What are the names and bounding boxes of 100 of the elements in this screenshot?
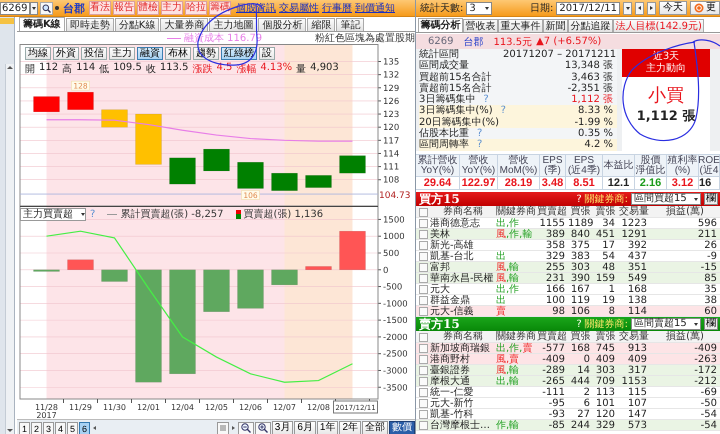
chart-tab[interactable]: 即時走勢: [66, 18, 114, 31]
table-row[interactable]: 美林 風,作,輸 389 840 451 1291 211: [416, 229, 720, 240]
table-row[interactable]: 新光-高雄 358 375 17 392 26: [416, 240, 720, 251]
chart-tab[interactable]: 筆記: [336, 18, 364, 31]
scrollbar[interactable]: [5, 64, 14, 434]
page-button[interactable]: 6: [79, 422, 90, 434]
chart-tab[interactable]: 個股分析: [258, 18, 306, 31]
chart-tool-button[interactable]: 紅綠榜: [221, 47, 257, 60]
chart-tab[interactable]: 主力地圖: [209, 18, 258, 31]
table-row[interactable]: 元大-信義 賣 98 106 8 114 60: [416, 306, 720, 317]
header-link[interactable]: 交易屬性: [279, 1, 319, 15]
chart-tool-button[interactable]: 布林: [165, 47, 191, 60]
toolbar-button[interactable]: 主力: [161, 1, 183, 15]
filter-dropdown[interactable]: 區間買超15: [631, 193, 701, 205]
checkbox[interactable]: [418, 285, 428, 294]
checkbox[interactable]: [418, 388, 428, 397]
refresh-button[interactable]: 更: [690, 1, 720, 15]
toolbar-button[interactable]: 籌碼: [209, 1, 231, 15]
chart-tab[interactable]: 分點K線: [114, 18, 160, 31]
range-button[interactable]: 1年: [316, 421, 338, 434]
range-button[interactable]: 全部: [362, 421, 388, 434]
analysis-tab[interactable]: 法人目標(142.9元): [613, 19, 704, 32]
dropdown-button[interactable]: [30, 2, 38, 14]
column-header[interactable]: 買張: [568, 331, 593, 343]
help-icon[interactable]: ?: [576, 194, 582, 204]
column-header[interactable]: 關鍵券商: [496, 206, 536, 218]
chart-tab[interactable]: 縮限: [307, 18, 336, 31]
column-header[interactable]: 交易量: [618, 331, 650, 343]
today-button[interactable]: 今天: [659, 1, 687, 15]
checkbox[interactable]: [418, 296, 428, 305]
zoom-out-button[interactable]: [238, 422, 254, 434]
table-row[interactable]: 統一-仁愛 -111 2 113 115 -69: [416, 387, 720, 398]
table-row[interactable]: 元大-新竹 -95 6 101 107 -50: [416, 398, 720, 409]
column-header[interactable]: 買賣超: [536, 206, 568, 218]
table-row[interactable]: 港商野村 風,賣 -409 0 409 409 -263: [416, 354, 720, 365]
column-header[interactable]: 賣張: [593, 206, 618, 218]
page-button[interactable]: 3: [43, 422, 54, 434]
page-button[interactable]: 1: [19, 422, 30, 434]
days-dropdown[interactable]: 3: [466, 2, 492, 14]
zoom-in-button[interactable]: [254, 422, 271, 434]
chart-tool-button[interactable]: 設: [259, 47, 275, 60]
range-button[interactable]: 數價: [389, 421, 415, 434]
header-link[interactable]: 行事曆: [322, 1, 352, 15]
analysis-tab[interactable]: 新聞: [543, 19, 568, 32]
toolbar-button[interactable]: 報告: [113, 1, 135, 15]
checkbox[interactable]: [418, 307, 428, 316]
column-header[interactable]: 賣張: [593, 331, 618, 343]
table-row[interactable]: 華南永昌-民權 風,輸 231 390 159 549 85: [416, 273, 720, 284]
column-header[interactable]: 券商名稱: [430, 331, 496, 343]
chart-tool-button[interactable]: 外資: [53, 47, 79, 60]
columns-button[interactable]: 欄: [704, 318, 718, 330]
scroll-thumb[interactable]: [216, 422, 229, 434]
page-button[interactable]: 5: [67, 422, 78, 434]
checkbox[interactable]: [418, 344, 428, 353]
chart-tab[interactable]: 大量券商: [160, 18, 208, 31]
page-button[interactable]: 4: [55, 422, 66, 434]
analysis-tab[interactable]: 分點追蹤: [568, 19, 613, 32]
table-row[interactable]: 凱基-竹科 -93 27 120 147 -54: [416, 409, 720, 420]
checkbox[interactable]: [418, 263, 428, 272]
column-header[interactable]: 交易量: [618, 206, 650, 218]
checkbox[interactable]: [418, 377, 428, 386]
table-row[interactable]: 摩根大通 出,輸 -265 444 709 1153 -212: [416, 376, 720, 387]
checkbox[interactable]: [418, 355, 428, 364]
chart-tool-button[interactable]: 融資: [137, 47, 163, 60]
columns-button[interactable]: 欄: [704, 193, 718, 205]
indicator-dropdown[interactable]: 主力買賣超: [20, 208, 86, 220]
table-row[interactable]: 臺銀證券 風,輸 -289 14 303 317 -172: [416, 365, 720, 376]
toolbar-button[interactable]: 哈拉: [185, 1, 207, 15]
checkbox[interactable]: [418, 208, 428, 216]
analysis-tab[interactable]: 籌碼分析: [418, 18, 463, 32]
column-header[interactable]: 券商名稱: [430, 206, 496, 218]
checkbox[interactable]: [418, 230, 428, 239]
chart-tool-button[interactable]: 均線: [25, 47, 51, 60]
table-row[interactable]: 凱基-台北 出 329 383 54 437 -9: [416, 251, 720, 262]
range-button[interactable]: 3月: [272, 421, 294, 434]
checkbox[interactable]: [418, 410, 428, 419]
range-button[interactable]: 2年: [339, 421, 361, 434]
date-field[interactable]: 2017/12/11: [556, 2, 620, 14]
chart-tab[interactable]: 籌碼K線: [19, 17, 65, 31]
analysis-tab[interactable]: 重大事件: [498, 19, 543, 32]
column-header[interactable]: 買賣超: [536, 331, 568, 343]
checkbox[interactable]: [418, 274, 428, 283]
checkbox[interactable]: [418, 332, 428, 342]
toolbar-button[interactable]: 體檢: [137, 1, 159, 15]
table-row[interactable]: 富邦 風,輸 255 303 48 351 -15: [416, 262, 720, 273]
checkbox[interactable]: [418, 366, 428, 375]
previous-day-button[interactable]: [635, 2, 644, 14]
header-link[interactable]: 到價通知: [355, 1, 395, 15]
page-button[interactable]: 2: [31, 422, 42, 434]
help-icon[interactable]: ?: [576, 318, 582, 330]
table-row[interactable]: 群益金鼎 出 100 119 19 138 38: [416, 295, 720, 306]
analysis-tab[interactable]: 營收表: [463, 19, 498, 32]
checkbox[interactable]: [418, 252, 428, 261]
column-header[interactable]: 關鍵券商: [496, 331, 536, 343]
next-day-button[interactable]: [647, 2, 656, 14]
table-row[interactable]: 港商德意志 出,作 1155 1189 34 1223 596: [416, 218, 720, 229]
checkbox[interactable]: [418, 399, 428, 408]
table-row[interactable]: 元大 出,作 166 167 1 168 35: [416, 284, 720, 295]
table-row[interactable]: 新加坡商瑞銀 出,作,賣 -577 168 745 913 -409: [416, 343, 720, 354]
toolbar-button[interactable]: 看法: [89, 1, 111, 15]
